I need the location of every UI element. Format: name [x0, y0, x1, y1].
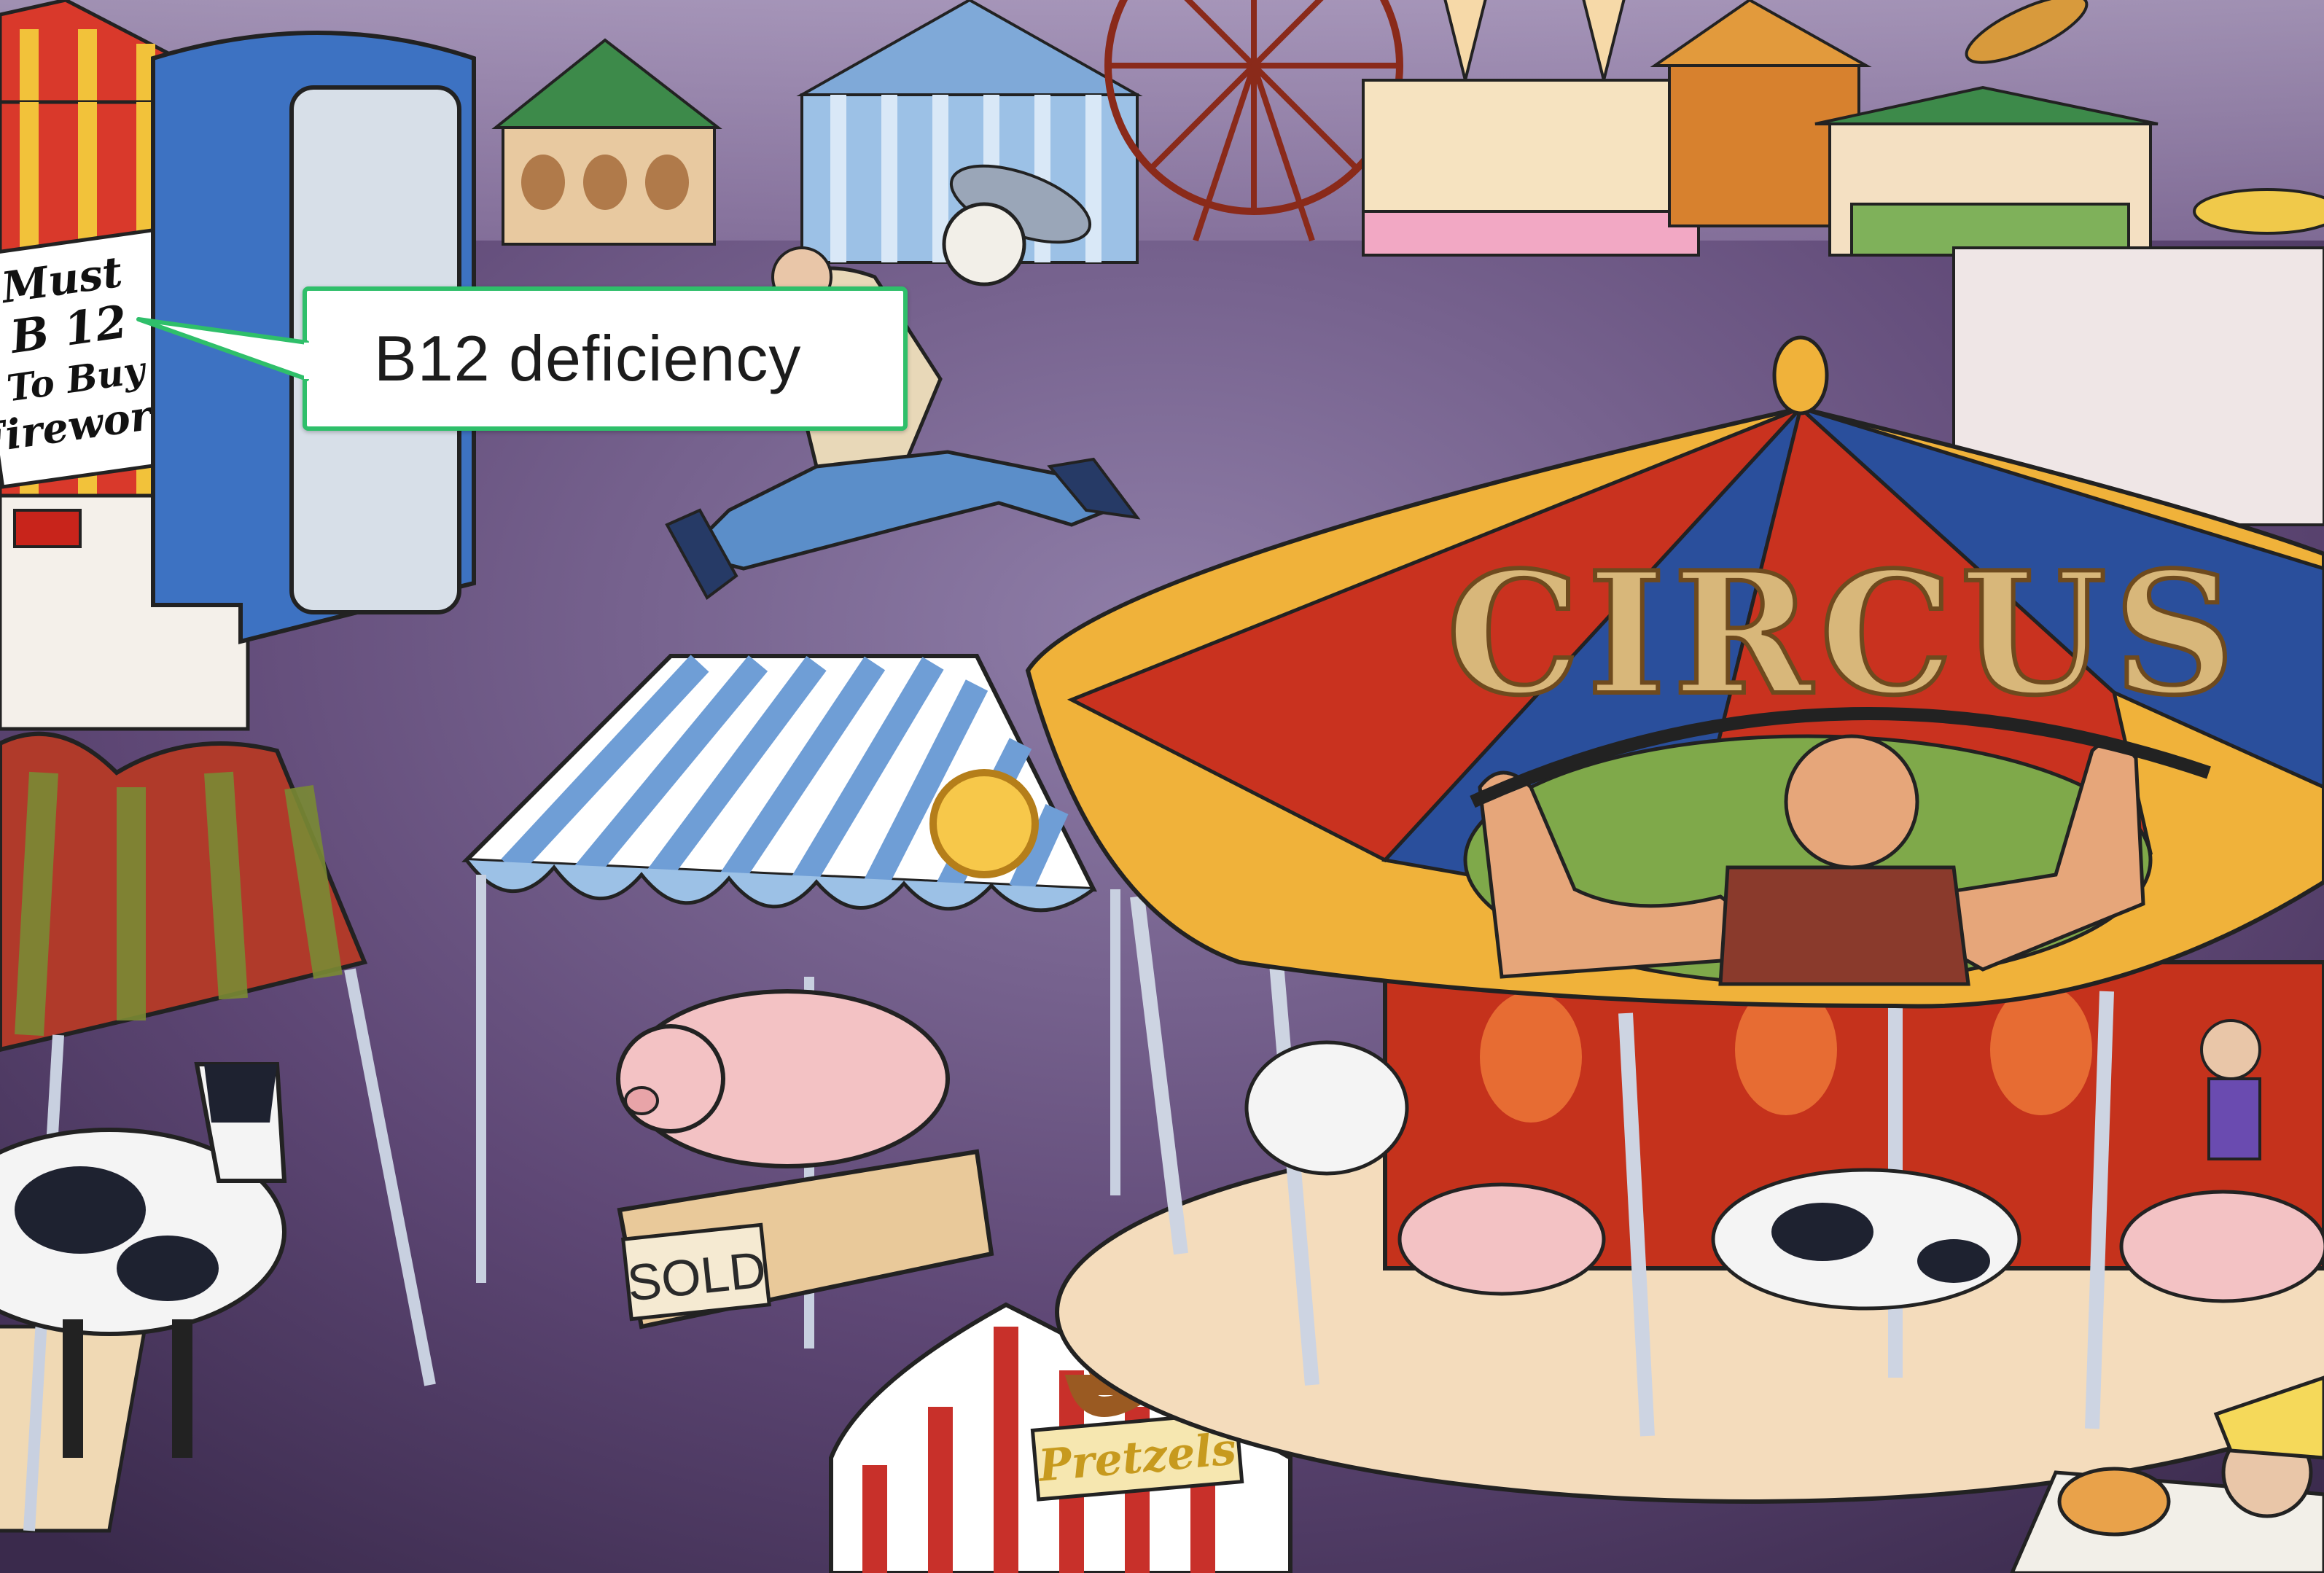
callout-pointer: [136, 317, 310, 381]
